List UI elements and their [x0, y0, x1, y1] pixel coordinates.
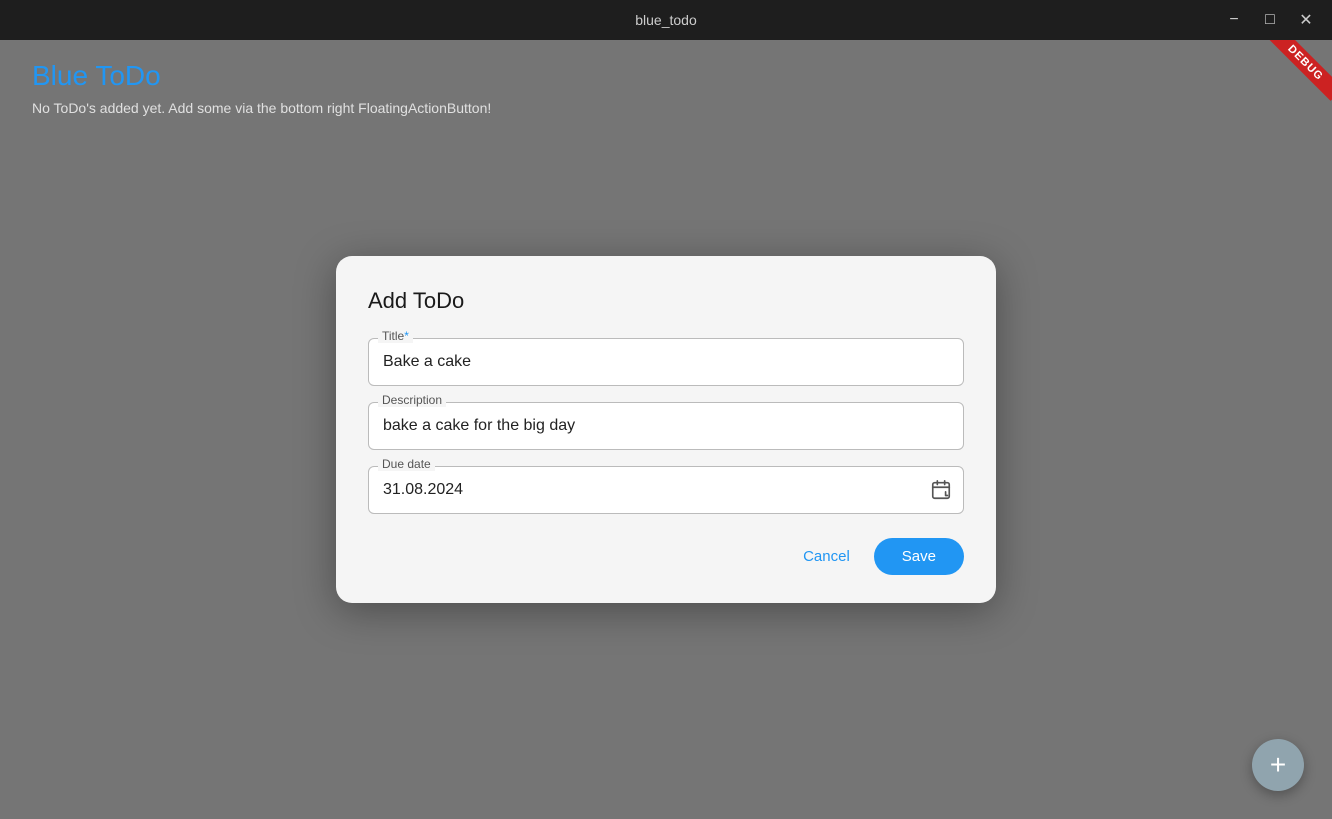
modal-overlay: Add ToDo Title* Description Due date	[0, 40, 1332, 819]
due-date-input[interactable]	[368, 466, 964, 514]
description-field-wrapper: Description	[368, 402, 964, 450]
dialog-title: Add ToDo	[368, 288, 964, 314]
title-field-wrapper: Title*	[368, 338, 964, 386]
title-label: Title*	[378, 329, 413, 343]
description-label: Description	[378, 393, 446, 407]
calendar-icon	[930, 479, 952, 501]
title-required: *	[404, 329, 409, 343]
calendar-icon-button[interactable]	[930, 479, 952, 501]
due-date-field-wrapper: Due date	[368, 466, 964, 514]
due-date-label: Due date	[378, 457, 435, 471]
debug-ribbon: DEBUG	[1262, 40, 1332, 110]
title-bar: blue_todo − □ ✕	[0, 0, 1332, 40]
fab-button[interactable]: +	[1252, 739, 1304, 791]
window-title: blue_todo	[635, 12, 697, 28]
description-input[interactable]	[368, 402, 964, 450]
title-input[interactable]	[368, 338, 964, 386]
save-button[interactable]: Save	[874, 538, 964, 575]
maximize-button[interactable]: □	[1256, 6, 1284, 34]
debug-label: DEBUG	[1268, 40, 1332, 101]
close-button[interactable]: ✕	[1292, 6, 1320, 34]
minimize-button[interactable]: −	[1220, 6, 1248, 34]
cancel-button[interactable]: Cancel	[787, 540, 866, 573]
window-controls: − □ ✕	[1220, 6, 1320, 34]
dialog-actions: Cancel Save	[368, 538, 964, 575]
app-body: DEBUG Blue ToDo No ToDo's added yet. Add…	[0, 40, 1332, 819]
add-todo-dialog: Add ToDo Title* Description Due date	[336, 256, 996, 603]
